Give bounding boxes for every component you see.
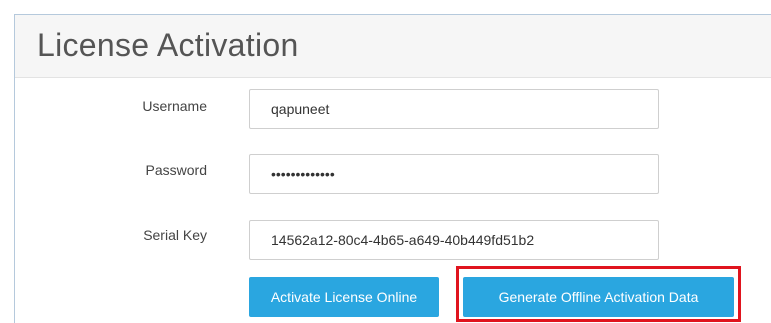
generate-offline-activation-data-button[interactable]: Generate Offline Activation Data (463, 277, 734, 317)
panel-header: License Activation (15, 15, 771, 78)
username-label: Username (142, 98, 207, 114)
username-input[interactable] (249, 89, 659, 129)
activate-license-online-button[interactable]: Activate License Online (249, 277, 439, 317)
license-activation-panel: License Activation Username Password Ser… (14, 14, 771, 323)
serial-key-input[interactable] (249, 220, 659, 260)
serial-key-label: Serial Key (143, 227, 207, 243)
password-label: Password (145, 162, 207, 178)
password-input[interactable] (249, 154, 659, 194)
page-title: License Activation (37, 27, 299, 63)
